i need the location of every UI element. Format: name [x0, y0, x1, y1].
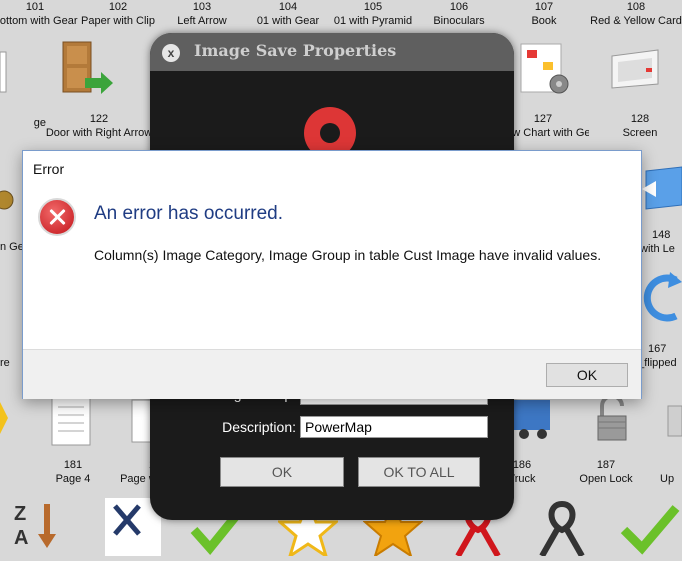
black-ribbon-icon[interactable] [534, 500, 590, 556]
sort-z-a-icon[interactable]: Z A [12, 498, 62, 556]
dialog-title: Error [33, 161, 65, 177]
grid-item-label: 148 with Le [640, 229, 675, 255]
ok-to-all-button[interactable]: OK TO ALL [358, 457, 480, 487]
dialog-header: x Image Save Properties [150, 33, 514, 71]
dialog-footer: OK [23, 349, 641, 399]
flow-chart-with-gear-icon[interactable] [517, 40, 573, 98]
error-heading: An error has occurred. [94, 203, 284, 224]
grid-item-label: 105 01 with Pyramid [333, 1, 413, 27]
grid-item-label: 187 Open Lock [579, 459, 633, 485]
page-4-icon[interactable] [48, 395, 94, 447]
description-label: Description: [222, 419, 296, 435]
gear-partial-icon[interactable] [0, 180, 14, 220]
circular-arrow-icon[interactable] [640, 270, 682, 326]
door-with-right-arrow-icon[interactable] [55, 38, 117, 98]
error-message: Column(s) Image Category, Image Group in… [94, 247, 602, 263]
screen-with-left-arrow-icon[interactable] [640, 165, 682, 215]
svg-text:Z: Z [14, 503, 26, 525]
grid-item-label: Up [660, 473, 675, 485]
svg-text:A: A [14, 527, 28, 549]
green-check-icon[interactable] [620, 500, 680, 556]
grid-item-label: 102 Paper with Clip [81, 1, 155, 27]
ok-button[interactable]: OK [220, 457, 344, 487]
grid-item-label: 122 Door with Right Arrow [45, 113, 153, 139]
star-partial-icon[interactable] [0, 398, 18, 444]
open-lock-icon[interactable] [594, 396, 630, 444]
dialog-title: Image Save Properties [194, 41, 397, 60]
grid-item-label: 108 Red & Yellow Card [590, 1, 682, 27]
close-icon[interactable]: x [162, 44, 180, 62]
error-icon [38, 198, 76, 236]
truck-icon[interactable] [514, 396, 554, 442]
grid-item-label: 103 Left Arrow [177, 1, 227, 27]
ok-button[interactable]: OK [546, 363, 628, 387]
partial-item-icon[interactable] [0, 42, 10, 102]
grid-item-label: 106 Binoculars [433, 1, 485, 27]
error-dialog: Error An error has occurred. Column(s) I… [22, 150, 642, 399]
grid-item-label: re [0, 357, 10, 369]
grid-item-label: 181 Page 4 [55, 459, 91, 485]
grid-item-label: 107 Book [531, 1, 557, 27]
grid-item-label: n Ge [0, 241, 24, 253]
grid-item-label: 104 01 with Gear [256, 1, 320, 27]
grid-item-label: 128 Screen [622, 113, 658, 139]
partial-item-icon[interactable] [664, 404, 682, 440]
description-field[interactable]: PowerMap [300, 416, 488, 438]
screen-icon[interactable] [608, 48, 664, 92]
